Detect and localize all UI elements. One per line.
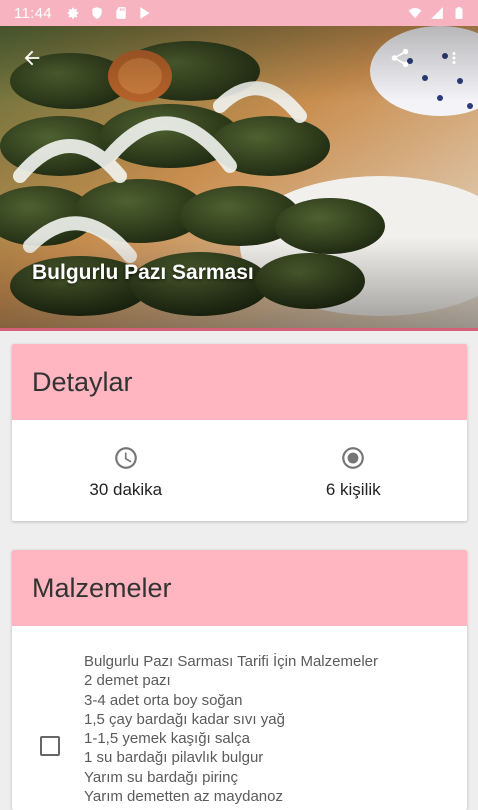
sd-card-icon	[116, 7, 126, 19]
clock-icon	[114, 447, 137, 469]
ingredients-title: Malzemeler	[32, 572, 172, 603]
radio-button-icon	[342, 447, 365, 469]
gear-icon	[67, 7, 79, 19]
list-item: Yarım su bardağı pirinç	[84, 768, 238, 786]
details-body: 30 dakika 6 kişilik	[12, 420, 467, 521]
arrow-back-icon	[24, 50, 40, 66]
status-time: 11:44	[14, 4, 52, 22]
recipe-title: Bulgurlu Pazı Sarması	[32, 261, 254, 284]
list-item: Bulgurlu Pazı Sarması Tarifi İçin Malzem…	[84, 653, 378, 670]
details-card: Detaylar 30 dakika 6 kişilik	[12, 344, 467, 521]
wifi-icon	[408, 8, 422, 19]
details-title: Detaylar	[32, 366, 133, 397]
ingredients-body: Bulgurlu Pazı Sarması Tarifi İçin Malzem…	[12, 626, 467, 810]
ingredients-card: Malzemeler Bulgurlu Pazı Sarması Tarifi …	[12, 550, 467, 810]
share-icon	[391, 48, 409, 68]
list-item: 2 demet pazı	[84, 672, 171, 690]
ingredients-list: Bulgurlu Pazı Sarması Tarifi İçin Malzem…	[84, 652, 378, 806]
more-vert-icon	[452, 52, 456, 64]
battery-icon	[455, 7, 463, 19]
ingredients-header: Malzemeler	[12, 550, 467, 626]
list-item: 1,5 çay bardağı kadar sıvı yağ	[84, 710, 285, 728]
play-store-icon	[140, 7, 150, 19]
more-options-button[interactable]	[440, 40, 468, 76]
shield-icon	[92, 7, 102, 19]
list-item: 1 su bardağı pilavlık bulgur	[84, 749, 264, 767]
hero-divider	[0, 328, 478, 331]
recipe-hero: Bulgurlu Pazı Sarması	[0, 26, 478, 328]
servings-item: 6 kişilik	[240, 420, 468, 521]
signal-icon	[431, 7, 443, 19]
back-button[interactable]	[14, 40, 50, 76]
details-header: Detaylar	[12, 344, 467, 420]
servings-text: 6 kişilik	[325, 480, 381, 499]
share-button[interactable]	[382, 40, 418, 76]
ingredients-checkbox[interactable]	[40, 736, 60, 756]
duration-item: 30 dakika	[12, 420, 240, 521]
status-bar: 11:44	[0, 0, 478, 26]
list-item: Yarım demetten az maydanoz	[84, 788, 283, 806]
duration-text: 30 dakika	[89, 480, 163, 499]
list-item: 1-1,5 yemek kaşığı salça	[84, 730, 250, 748]
list-item: 3-4 adet orta boy soğan	[84, 691, 243, 709]
